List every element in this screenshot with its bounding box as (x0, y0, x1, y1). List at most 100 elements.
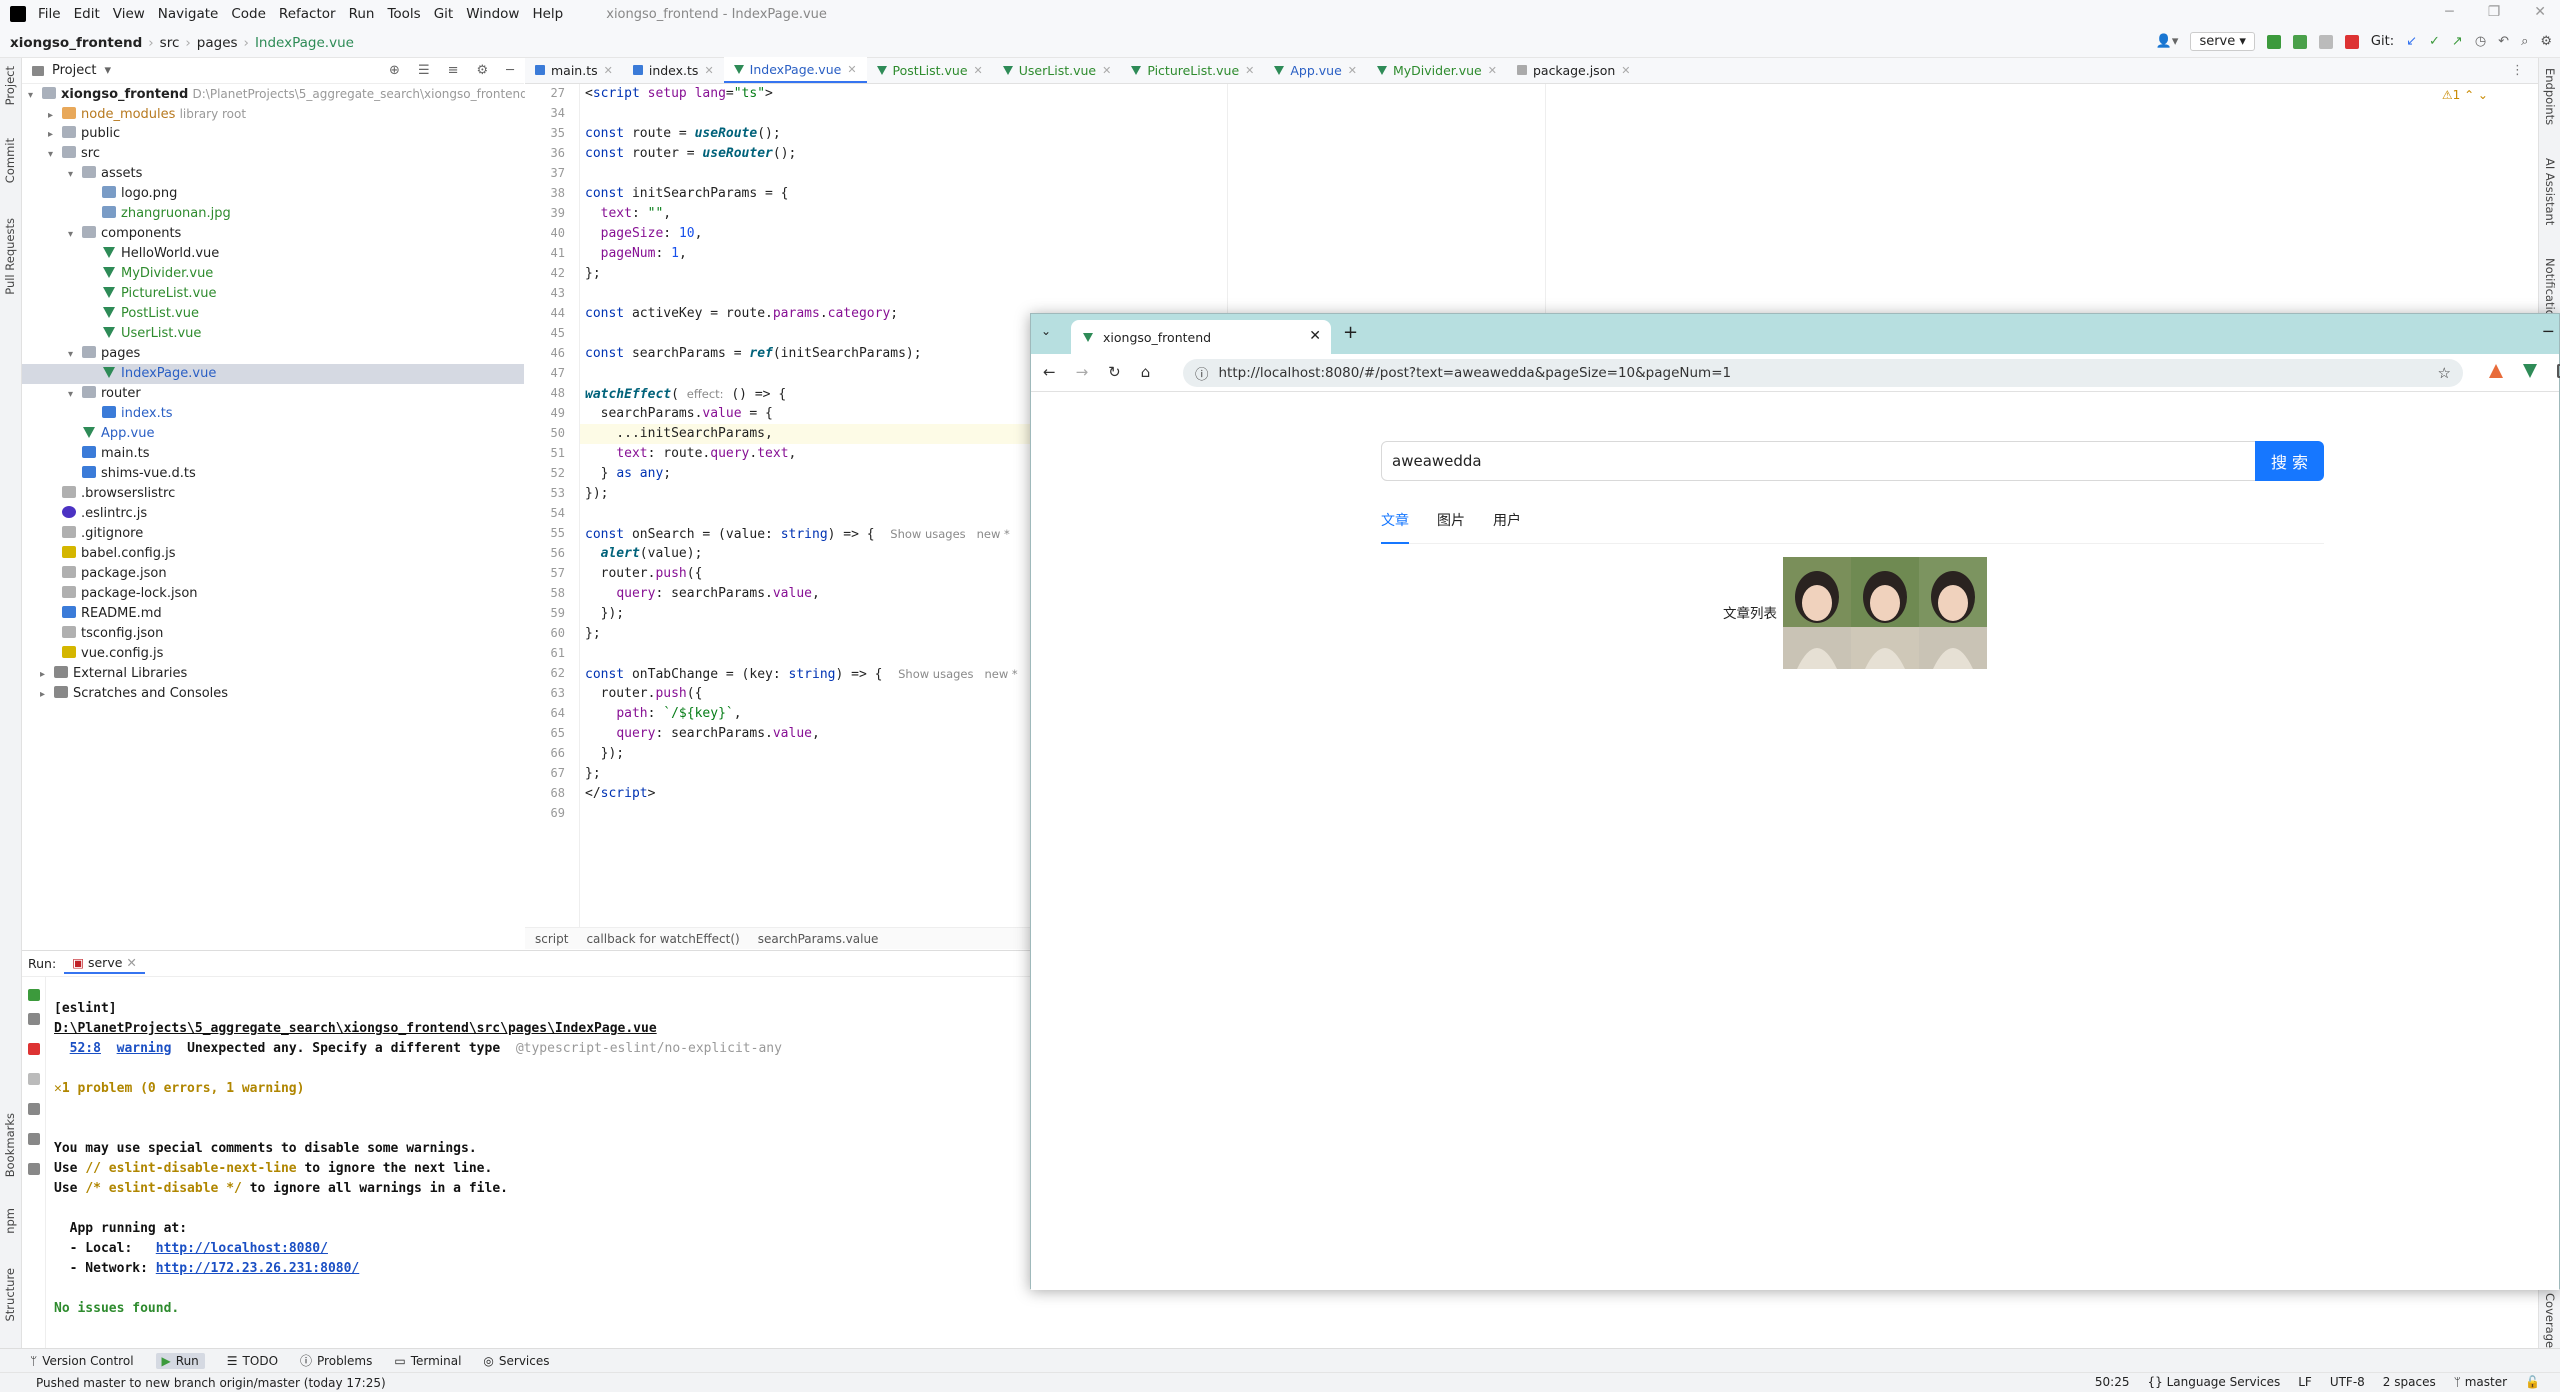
project-panel-title[interactable]: Project (52, 63, 96, 78)
tree-row[interactable]: .browserslistrc (22, 484, 524, 504)
tree-row[interactable]: babel.config.js (22, 544, 524, 564)
tab-pictures[interactable]: 图片 (1437, 510, 1465, 544)
breadcrumb-watch-effect[interactable]: callback for watchEffect() (586, 932, 739, 946)
tree-row[interactable]: ▸ public (22, 124, 524, 144)
tool-run[interactable]: ▶ Run (155, 1352, 205, 1369)
close-tab-icon[interactable]: ✕ (1348, 64, 1357, 77)
collapse-arrow-icon[interactable]: ▸ (48, 125, 60, 145)
extension-icon[interactable] (2489, 364, 2503, 378)
sort-icon[interactable] (28, 1073, 40, 1085)
picture-thumbnail[interactable] (1851, 557, 1919, 669)
stop-icon[interactable] (28, 1043, 40, 1055)
coverage-icon[interactable] (2318, 34, 2333, 49)
stop-icon[interactable] (2344, 34, 2359, 49)
options-gear-icon[interactable]: ⚙ (477, 63, 489, 78)
menu-edit[interactable]: Edit (74, 6, 100, 22)
menu-refactor[interactable]: Refactor (279, 6, 336, 22)
breadcrumb-search-params[interactable]: searchParams.value (758, 932, 879, 946)
tab-index-ts[interactable]: index.ts ✕ (623, 57, 724, 83)
user-icon[interactable]: 👤▾ (2156, 34, 2179, 49)
tree-row[interactable]: README.md (22, 604, 524, 624)
tree-row[interactable]: ▾ pages (22, 344, 524, 364)
git-update-icon[interactable]: ↙ (2406, 34, 2417, 49)
maximize-icon[interactable]: ❐ (2488, 4, 2501, 20)
side-tab-project[interactable]: Project (3, 66, 17, 105)
status-message[interactable]: Pushed master to new branch origin/maste… (36, 1376, 386, 1390)
tree-row[interactable]: ▾ router (22, 384, 524, 404)
tree-row[interactable]: ▾ assets (22, 164, 524, 184)
run-config-select[interactable]: serve ▾ (2190, 32, 2255, 51)
picture-thumbnail[interactable] (1919, 557, 1987, 669)
picture-thumbnail[interactable] (1783, 557, 1851, 669)
git-branch[interactable]: ᛘ master (2454, 1375, 2507, 1389)
side-tab-coverage[interactable]: Coverage (2543, 1293, 2557, 1348)
console-location-link[interactable]: 52:8 (70, 1041, 101, 1056)
tab-postlist-vue[interactable]: PostList.vue ✕ (867, 57, 993, 83)
file-encoding[interactable]: UTF-8 (2330, 1375, 2365, 1389)
locate-icon[interactable]: ⊕ (389, 63, 400, 78)
side-tab-ai-assistant[interactable]: AI Assistant (2543, 158, 2557, 225)
tab-userlist-vue[interactable]: UserList.vue ✕ (993, 57, 1122, 83)
network-url-link[interactable]: http://172.23.26.231:8080/ (156, 1261, 360, 1276)
side-tab-commit[interactable]: Commit (3, 138, 17, 183)
back-icon[interactable]: ← (1043, 363, 1056, 381)
tree-row[interactable]: index.ts (22, 404, 524, 424)
breadcrumb-pages[interactable]: pages (197, 35, 238, 51)
minimize-icon[interactable]: ─ (2445, 4, 2453, 20)
breadcrumb-project[interactable]: xiongso_frontend (10, 35, 142, 51)
side-tab-structure[interactable]: Structure (3, 1268, 17, 1322)
git-history-icon[interactable]: ◷ (2475, 34, 2486, 49)
expand-arrow-icon[interactable]: ▾ (68, 165, 80, 185)
tool-todo[interactable]: ☰ TODO (227, 1354, 278, 1368)
breadcrumb-file[interactable]: IndexPage.vue (255, 35, 354, 51)
menu-tools[interactable]: Tools (387, 6, 420, 22)
settings-icon[interactable]: ⚙ (2540, 34, 2552, 49)
collapse-arrow-icon[interactable]: ▸ (48, 106, 60, 126)
menu-help[interactable]: Help (532, 6, 563, 22)
tree-row[interactable]: zhangruonan.jpg (22, 204, 524, 224)
tree-row[interactable]: main.ts (22, 444, 524, 464)
tab-package-json[interactable]: package.json ✕ (1507, 57, 1641, 83)
tree-row[interactable]: ▸ node_modules library root (22, 104, 524, 124)
tree-row[interactable]: App.vue (22, 424, 524, 444)
caret-position[interactable]: 50:25 (2095, 1375, 2130, 1389)
tree-row[interactable]: ▾ src (22, 144, 524, 164)
reload-icon[interactable]: ↻ (1108, 363, 1121, 381)
forward-icon[interactable]: → (1076, 363, 1089, 381)
run-tab-serve[interactable]: ▣ serve ✕ (64, 953, 145, 974)
tree-row[interactable]: .eslintrc.js (22, 504, 524, 524)
tool-terminal[interactable]: ▭ Terminal (394, 1354, 461, 1368)
line-separator[interactable]: LF (2298, 1375, 2312, 1389)
tree-row[interactable]: UserList.vue (22, 324, 524, 344)
close-tab-icon[interactable]: ✕ (1102, 64, 1111, 77)
menu-navigate[interactable]: Navigate (158, 6, 219, 22)
tab-users[interactable]: 用户 (1493, 510, 1521, 544)
close-tab-icon[interactable]: ✕ (974, 64, 983, 77)
search-button[interactable]: 搜 索 (2255, 441, 2324, 481)
tree-row[interactable]: package.json (22, 564, 524, 584)
tab-posts[interactable]: 文章 (1381, 510, 1409, 544)
local-url-link[interactable]: http://localhost:8080/ (156, 1241, 328, 1256)
close-tab-icon[interactable]: ✕ (704, 64, 713, 77)
side-tab-npm[interactable]: npm (3, 1208, 17, 1234)
tree-row[interactable]: PictureList.vue (22, 284, 524, 304)
layout-icon[interactable] (28, 1133, 40, 1145)
tree-row[interactable]: tsconfig.json (22, 624, 524, 644)
close-tab-icon[interactable]: ✕ (604, 64, 613, 77)
expand-arrow-icon[interactable]: ▾ (68, 225, 80, 245)
side-tab-endpoints[interactable]: Endpoints (2543, 68, 2557, 125)
vue-devtools-icon[interactable] (2523, 364, 2537, 378)
close-tab-icon[interactable]: ✕ (126, 955, 136, 970)
language-services[interactable]: {} Language Services (2147, 1375, 2280, 1389)
tree-row[interactable]: shims-vue.d.ts (22, 464, 524, 484)
tab-main-ts[interactable]: main.ts ✕ (525, 57, 623, 83)
search-icon[interactable]: ⌕ (2521, 34, 2528, 49)
address-bar[interactable]: ⓘ http://localhost:8080/#/post?text=awea… (1183, 359, 2463, 387)
tree-row[interactable]: vue.config.js (22, 644, 524, 664)
warning-indicator[interactable]: ⚠1 ⌃ ⌄ (2442, 88, 2488, 102)
tool-problems[interactable]: ⓘ Problems (300, 1352, 372, 1369)
close-tab-icon[interactable]: ✕ (1488, 64, 1497, 77)
tree-row-selected[interactable]: IndexPage.vue (22, 364, 524, 384)
git-rollback-icon[interactable]: ↶ (2498, 34, 2509, 49)
hide-panel-icon[interactable]: ─ (506, 63, 514, 78)
